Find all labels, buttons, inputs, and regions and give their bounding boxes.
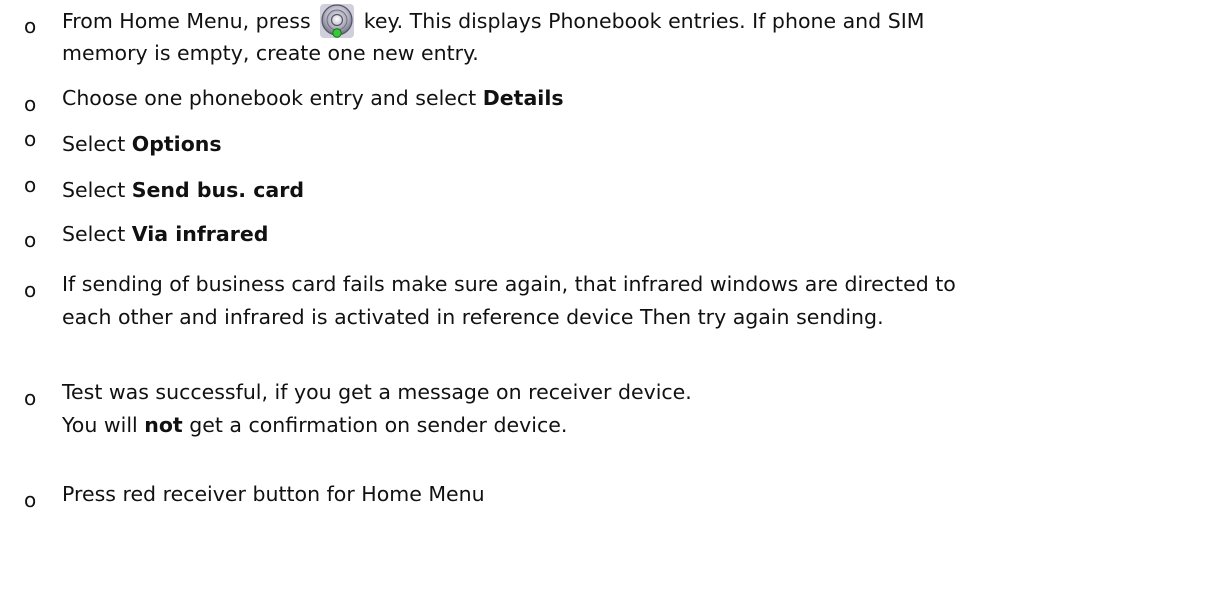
step-bold-term: Details [482, 86, 564, 110]
step-text-continued: get a confirmation on sender device. [182, 413, 568, 437]
step-bold-term: Via infrared [131, 222, 269, 246]
bullet: o [24, 92, 37, 116]
step-text: Choose one phonebook entry and select [62, 86, 483, 110]
step-text: Test was successful, if you get a messag… [62, 380, 692, 404]
bullet: o [24, 127, 37, 151]
bullet: o [24, 488, 37, 512]
step-text: Select [62, 132, 132, 156]
navi-key-icon [320, 4, 355, 38]
step-text: From Home Menu, press [62, 9, 318, 33]
step-text: If sending of business card fails make s… [62, 272, 956, 296]
bullet: o [24, 14, 37, 38]
step-text: Press red receiver button for Home Menu [62, 482, 485, 506]
step-text: Select [62, 222, 132, 246]
step-text: key. This displays Phonebook entries. If… [357, 9, 925, 33]
bullet: o [24, 278, 37, 302]
step-bold-term: not [144, 413, 183, 437]
step-text-continued: memory is empty, create one new entry. [62, 41, 479, 65]
instruction-list: o From Home Menu, press key. This displa… [0, 0, 1222, 603]
step-bold-term: Options [131, 132, 222, 156]
step-bold-term: Send bus. card [131, 178, 305, 202]
bullet: o [24, 386, 37, 410]
step-text-continued: each other and infrared is activated in … [62, 305, 884, 329]
step-text: Select [62, 178, 132, 202]
step-text-continued: You will [62, 413, 145, 437]
bullet: o [24, 173, 37, 197]
bullet: o [24, 228, 37, 252]
